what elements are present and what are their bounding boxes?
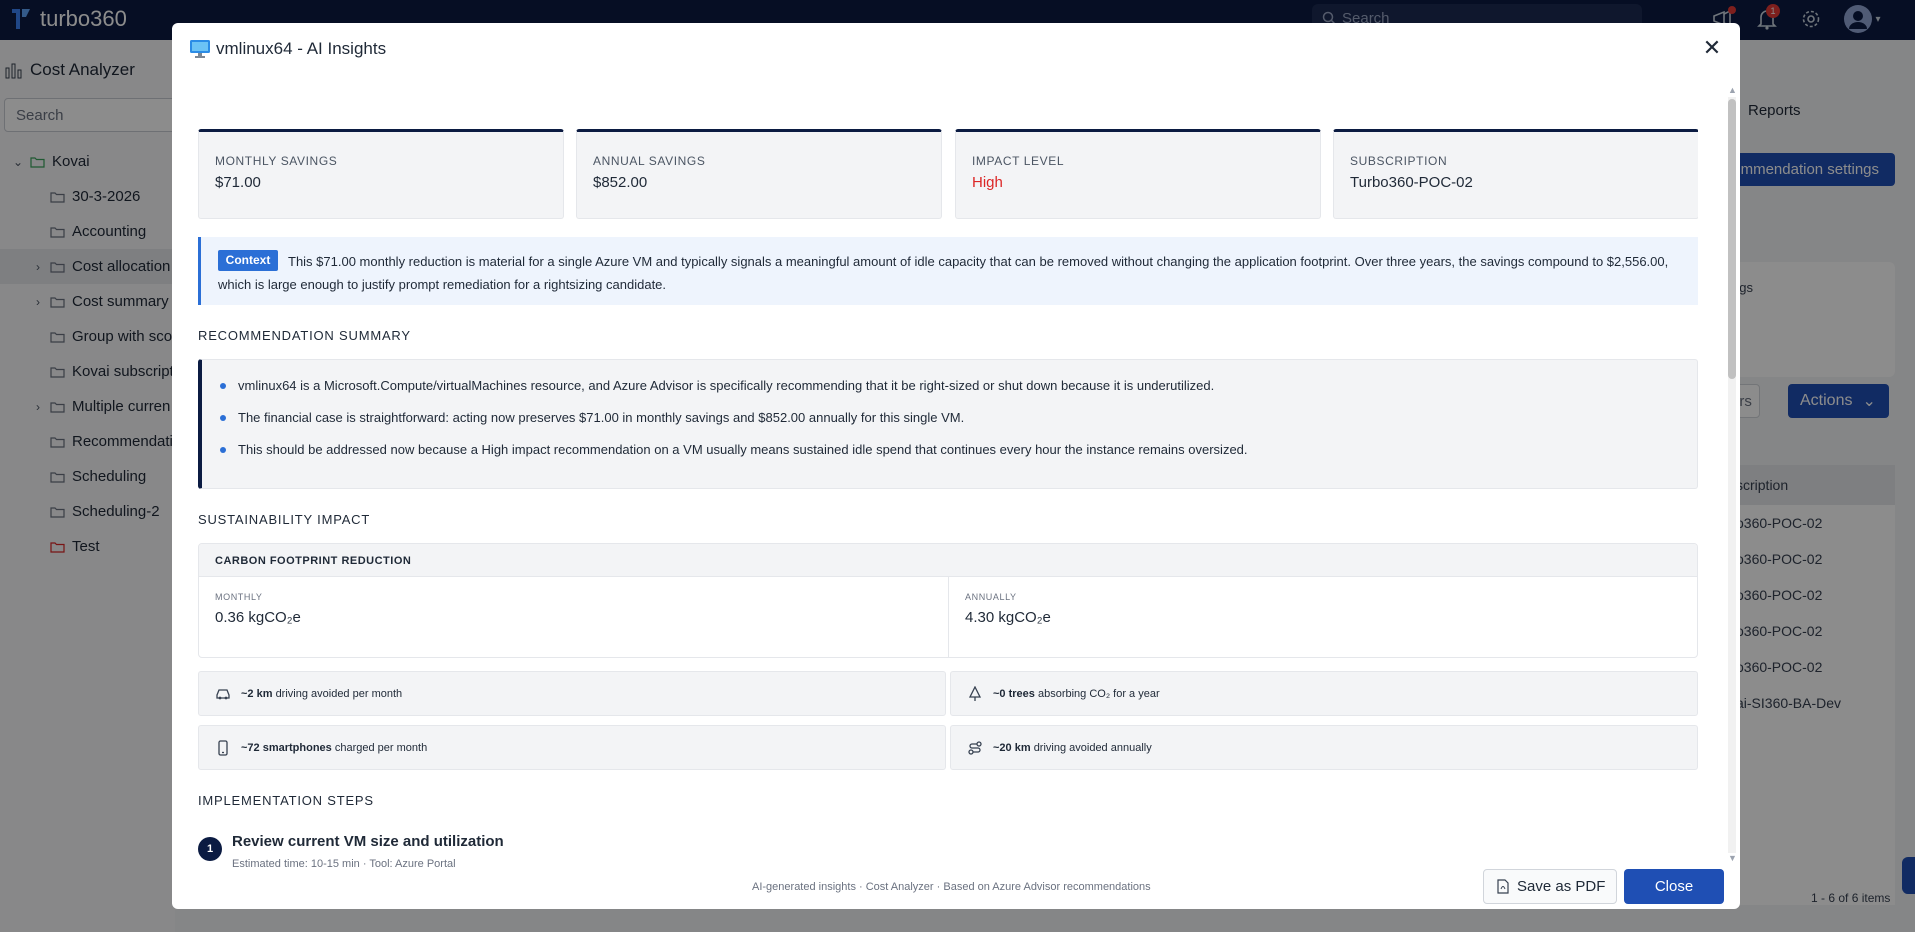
modal-header: vmlinux64 - AI Insights ✕ bbox=[172, 23, 1740, 79]
carbon-annually: ANNUALLY 4.30 kgCO₂e bbox=[949, 577, 1697, 657]
stat-card: SUBSCRIPTION Turbo360-POC-02 bbox=[1333, 129, 1698, 219]
car-icon bbox=[215, 686, 231, 702]
carbon-monthly: MONTHLY 0.36 kgCO₂e bbox=[199, 577, 948, 657]
ai-insights-modal: vmlinux64 - AI Insights ✕ MONTHLY SAVING… bbox=[172, 23, 1740, 909]
smartphone-icon bbox=[215, 739, 231, 756]
bullet-icon bbox=[220, 446, 226, 453]
recommendation-summary-heading: RECOMMENDATION SUMMARY bbox=[198, 328, 411, 343]
summary-item: This should be addressed now because a H… bbox=[220, 442, 1248, 457]
stat-label: MONTHLY SAVINGS bbox=[215, 154, 338, 168]
tree-icon bbox=[967, 685, 983, 702]
equivalent-smartphones: ~72 smartphones charged per month bbox=[198, 725, 946, 770]
scrollbar-thumb[interactable] bbox=[1728, 99, 1736, 379]
context-callout: Context This $71.00 monthly reduction is… bbox=[198, 237, 1698, 305]
stat-value: High bbox=[972, 174, 1003, 191]
savings-stats: MONTHLY SAVINGS $71.00 ANNUAL SAVINGS $852.… bbox=[198, 129, 1698, 219]
save-as-pdf-button[interactable]: Save as PDF bbox=[1483, 869, 1617, 904]
modal-scrollbar[interactable]: ▲ ▼ bbox=[1726, 83, 1738, 865]
stat-value: $71.00 bbox=[215, 174, 261, 191]
summary-text: The financial case is straightforward: a… bbox=[238, 410, 965, 425]
summary-item: The financial case is straightforward: a… bbox=[220, 410, 964, 425]
summary-text: vmlinux64 is a Microsoft.Compute/virtual… bbox=[238, 378, 1215, 393]
context-text: This $71.00 monthly reduction is materia… bbox=[218, 254, 1669, 292]
scroll-down-arrow-icon[interactable]: ▼ bbox=[1728, 853, 1737, 863]
scroll-up-arrow-icon[interactable]: ▲ bbox=[1728, 85, 1737, 95]
step-number: 1 bbox=[198, 837, 222, 861]
carbon-monthly-label: MONTHLY bbox=[215, 592, 263, 602]
stat-value: $852.00 bbox=[593, 174, 648, 191]
modal-title: vmlinux64 - AI Insights bbox=[216, 39, 387, 58]
equivalent-driving-annually: ~20 km driving avoided annually bbox=[950, 725, 1698, 770]
stat-label: ANNUAL SAVINGS bbox=[593, 154, 706, 168]
bullet-icon bbox=[220, 414, 226, 421]
equivalent-trees: ~0 trees absorbing CO₂ for a year bbox=[950, 671, 1698, 716]
stat-value: Turbo360-POC-02 bbox=[1350, 174, 1473, 191]
summary-item: vmlinux64 is a Microsoft.Compute/virtual… bbox=[220, 378, 1214, 393]
carbon-monthly-value: 0.36 kgCO₂e bbox=[215, 609, 301, 626]
stat-label: IMPACT LEVEL bbox=[972, 154, 1065, 168]
stat-card: IMPACT LEVEL High bbox=[955, 129, 1321, 219]
step-meta: Estimated time: 10-15 min · Tool: Azure … bbox=[232, 858, 456, 869]
stat-card: MONTHLY SAVINGS $71.00 bbox=[198, 129, 564, 219]
step-title: Review current VM size and utilization bbox=[232, 833, 504, 850]
carbon-footprint-card: CARBON FOOTPRINT REDUCTION MONTHLY 0.36 … bbox=[198, 543, 1698, 658]
sustainability-impact-heading: SUSTAINABILITY IMPACT bbox=[198, 512, 371, 527]
modal-body: MONTHLY SAVINGS $71.00 ANNUAL SAVINGS $852.… bbox=[198, 103, 1698, 869]
virtual-machine-icon bbox=[190, 40, 210, 58]
recommendation-summary: vmlinux64 is a Microsoft.Compute/virtual… bbox=[198, 359, 1698, 489]
close-icon[interactable]: ✕ bbox=[1702, 37, 1722, 59]
stat-card: ANNUAL SAVINGS $852.00 bbox=[576, 129, 942, 219]
pdf-file-icon bbox=[1497, 879, 1509, 894]
route-icon bbox=[967, 740, 983, 756]
carbon-annually-label: ANNUALLY bbox=[965, 592, 1017, 602]
footer-note: AI-generated insights · Cost Analyzer · … bbox=[752, 881, 1151, 893]
bullet-icon bbox=[220, 382, 226, 389]
stat-label: SUBSCRIPTION bbox=[1350, 154, 1448, 168]
equivalent-driving-monthly: ~2 km driving avoided per month bbox=[198, 671, 946, 716]
modal-footer: AI-generated insights · Cost Analyzer · … bbox=[172, 869, 1740, 909]
carbon-footprint-title: CARBON FOOTPRINT REDUCTION bbox=[199, 544, 1697, 577]
summary-text: This should be addressed now because a H… bbox=[238, 442, 1248, 457]
implementation-steps-heading: IMPLEMENTATION STEPS bbox=[198, 793, 374, 808]
carbon-annually-value: 4.30 kgCO₂e bbox=[965, 609, 1051, 626]
close-button[interactable]: Close bbox=[1624, 869, 1724, 904]
